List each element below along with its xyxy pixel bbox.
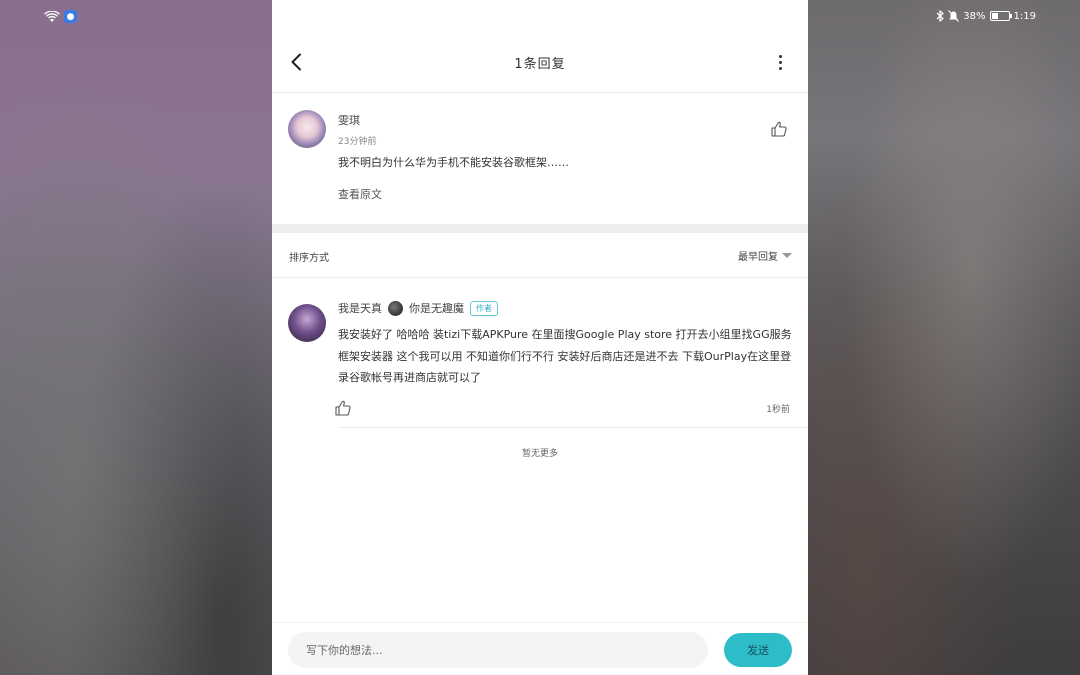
blurred-background-right — [808, 0, 1080, 675]
no-more-text: 暂无更多 — [521, 449, 558, 459]
more-dot — [778, 60, 782, 64]
more-dot — [778, 66, 782, 70]
page-title: 1条回复 — [514, 56, 566, 72]
view-original-link[interactable]: 查看原文 — [338, 186, 382, 202]
chevron-left-icon — [291, 53, 301, 71]
battery-icon — [989, 11, 1012, 21]
wifi-icon — [44, 10, 60, 22]
author-badge: 作者 — [470, 300, 498, 316]
caret-down-icon — [782, 253, 792, 258]
reply-user-name-suffix[interactable]: 你是无趣魔 — [409, 300, 464, 316]
status-bar-right: 38% 1:19 — [936, 10, 1036, 22]
sort-bar: 排序方式 最早回复 — [272, 233, 808, 277]
reply-time: 1秒前 — [766, 405, 790, 415]
reply-divider — [338, 427, 808, 428]
back-button[interactable] — [286, 50, 306, 74]
status-bar-left: ● — [44, 10, 77, 23]
send-button[interactable]: 发送 — [724, 633, 792, 667]
main-comment: 雯琪 23分钟前 我不明白为什么华为手机不能安装谷歌框架…… 查看原文 — [272, 100, 808, 224]
reply-user-name-row: 我是天真 你是无趣魔 作者 — [338, 300, 498, 316]
clock: 1:19 — [1013, 10, 1036, 22]
reply-text: 我安装好了 哈哈哈 装tizi下载APKPure 在里面搜Google Play… — [338, 328, 792, 384]
mute-bell-icon — [948, 10, 960, 22]
more-options-button[interactable] — [772, 50, 788, 74]
avatar[interactable] — [288, 110, 326, 148]
header-divider — [272, 92, 808, 93]
battery-percent: 38% — [963, 10, 986, 22]
sort-dropdown[interactable]: 最早回复 — [738, 248, 792, 263]
emoji-avatar-icon — [388, 300, 403, 316]
bluetooth-icon — [936, 10, 945, 22]
comment-detail-panel: 1条回复 雯琪 23分钟前 我不明白为什么华为手机不能安装谷歌框架…… 查看原文… — [272, 0, 808, 675]
notification-app-icon: ● — [64, 10, 77, 23]
avatar[interactable] — [288, 304, 326, 342]
comment-user-name[interactable]: 雯琪 — [338, 112, 360, 128]
comment-text: 我不明白为什么华为手机不能安装谷歌框架…… — [338, 156, 569, 169]
top-navigation-bar: 1条回复 — [272, 40, 808, 84]
blurred-background-left — [0, 0, 272, 675]
sort-label: 排序方式 — [289, 253, 329, 264]
comment-time: 23分钟前 — [338, 137, 377, 147]
more-dot — [778, 54, 782, 58]
like-thumb-icon[interactable] — [770, 120, 788, 138]
section-separator — [272, 224, 808, 233]
reply-item: 我是天真 你是无趣魔 作者 我安装好了 哈哈哈 装tizi下载APKPure 在… — [272, 300, 808, 428]
sort-selected-value: 最早回复 — [738, 252, 778, 263]
comment-input-bar: 发送 — [272, 622, 808, 675]
sort-divider — [272, 277, 808, 278]
like-thumb-icon[interactable] — [334, 399, 352, 417]
comment-input[interactable] — [288, 632, 708, 668]
reply-user-name[interactable]: 我是天真 — [338, 300, 382, 316]
